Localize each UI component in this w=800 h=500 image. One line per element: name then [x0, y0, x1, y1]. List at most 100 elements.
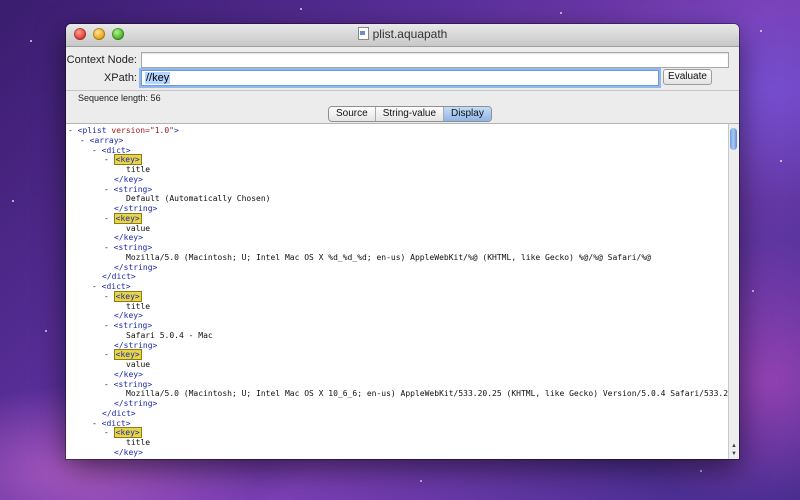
disclosure-toggle[interactable]: - — [104, 155, 109, 164]
disclosure-toggle[interactable]: - — [92, 419, 97, 428]
matched-tag[interactable]: <key> — [113, 427, 142, 439]
xml-tag: <array> — [89, 135, 124, 145]
xml-tag: <string> — [113, 243, 153, 252]
tree-line: - <key> — [104, 212, 142, 224]
xml-tag: <dict> — [101, 145, 131, 155]
document-icon — [357, 27, 369, 40]
tree-line: </key> — [114, 448, 143, 458]
xml-tag-close: > — [174, 126, 179, 135]
tab-string-value[interactable]: String-value — [375, 107, 445, 121]
matched-tag[interactable]: <key> — [113, 212, 142, 224]
disclosure-toggle[interactable]: - — [104, 428, 109, 437]
tree-line: - <string> — [104, 380, 152, 390]
tree-line: </dict> — [102, 409, 136, 419]
text-node: Mozilla/5.0 (Macintosh; U; Intel Mac OS … — [126, 389, 729, 399]
xml-tag: </key> — [114, 311, 143, 321]
scroll-up-arrow-icon[interactable]: ▲ — [729, 442, 739, 450]
star — [780, 160, 782, 162]
xml-tag: <string> — [113, 184, 153, 194]
xml-tag: </dict> — [102, 272, 136, 282]
context-node-input[interactable] — [141, 52, 729, 68]
title-bar[interactable]: plist.aquapath — [66, 24, 739, 47]
matched-tag[interactable]: <key> — [113, 154, 142, 166]
text-node: Default (Automatically Chosen) — [126, 194, 271, 204]
star — [420, 480, 422, 482]
disclosure-toggle[interactable]: - — [68, 126, 73, 135]
text-node: Mozilla/5.0 (Macintosh; U; Intel Mac OS … — [126, 252, 651, 262]
matched-tag[interactable]: <key> — [113, 349, 142, 361]
tree-line: - <key> — [104, 154, 142, 166]
app-window: plist.aquapath Context Node: XPath: //ke… — [66, 24, 739, 459]
xpath-value: //key — [145, 72, 171, 84]
xml-tag: </dict> — [102, 408, 136, 418]
xml-tag: <string> — [113, 321, 153, 330]
xml-tag: </string> — [114, 262, 158, 272]
tree-line: </string> — [114, 263, 157, 273]
star — [700, 470, 702, 472]
xml-tag: </key> — [114, 369, 143, 379]
window-title: plist.aquapath — [372, 27, 448, 41]
vertical-scrollbar[interactable]: ▲ ▼ — [728, 123, 739, 459]
xml-tag: </string> — [114, 340, 158, 350]
star — [760, 30, 762, 32]
text-node: title — [126, 165, 151, 174]
disclosure-toggle[interactable]: - — [104, 185, 109, 194]
tree-line: </key> — [114, 370, 143, 380]
tree-line: - <key> — [104, 290, 142, 302]
xml-attribute: version="1.0" — [111, 126, 174, 135]
disclosure-toggle[interactable]: - — [104, 350, 109, 359]
star — [560, 12, 562, 14]
tree-line: Default (Automatically Chosen) — [126, 194, 271, 204]
view-segmented-control: Source String-value Display — [328, 106, 492, 122]
text-node: title — [126, 438, 151, 447]
scroll-down-arrow-icon[interactable]: ▼ — [729, 450, 739, 458]
xml-tag: <dict> — [101, 282, 131, 291]
tab-display[interactable]: Display — [444, 107, 491, 121]
tree-line: </key> — [114, 233, 143, 243]
xpath-input[interactable]: //key — [141, 70, 659, 86]
disclosure-toggle[interactable]: - — [104, 214, 109, 223]
tree-line: - <key> — [104, 427, 142, 439]
text-node: Safari 5.0.4 - Mac — [126, 330, 213, 340]
tree-line: title — [126, 302, 150, 312]
tree-line: </key> — [114, 311, 143, 321]
star — [300, 8, 302, 10]
tree-line: Safari 5.0.4 - Mac — [126, 331, 213, 341]
star — [45, 330, 47, 332]
tree-line: title — [126, 165, 150, 175]
tree-line: Mozilla/5.0 (Macintosh; U; Intel Mac OS … — [126, 389, 729, 399]
tree-line: </string> — [114, 399, 157, 409]
disclosure-toggle[interactable]: - — [92, 282, 97, 291]
xml-tag: <dict> — [101, 418, 131, 428]
tree-line: - <string> — [104, 321, 152, 331]
tree-line: - <plist version="1.0"> — [68, 126, 179, 136]
disclosure-toggle[interactable]: - — [104, 292, 109, 301]
tree-line: </dict> — [102, 272, 136, 282]
xml-tag: <string> — [113, 379, 153, 389]
matched-tag[interactable]: <key> — [113, 290, 142, 302]
star — [752, 290, 754, 292]
scroll-thumb[interactable] — [730, 128, 737, 150]
xpath-label: XPath: — [103, 72, 137, 84]
tree-line: Mozilla/5.0 (Macintosh; U; Intel Mac OS … — [126, 253, 651, 263]
tree-line: - <string> — [104, 243, 152, 253]
evaluate-button[interactable]: Evaluate — [663, 69, 712, 85]
tree-line: value — [126, 224, 150, 234]
disclosure-toggle[interactable]: - — [104, 243, 109, 252]
disclosure-toggle[interactable]: - — [92, 146, 97, 155]
sequence-length: Sequence length: 56 — [78, 93, 161, 103]
xml-tag: </key> — [114, 233, 143, 243]
star — [12, 200, 14, 202]
disclosure-toggle[interactable]: - — [80, 136, 85, 145]
xml-tag: </key> — [114, 447, 143, 457]
tree-line: - <key> — [104, 349, 142, 361]
disclosure-toggle[interactable]: - — [104, 321, 109, 330]
tree-line: - <string> — [104, 185, 152, 195]
tree-line: title — [126, 438, 150, 448]
context-node-label: Context Node: — [66, 54, 137, 66]
tree-line: - <array> — [80, 136, 123, 146]
disclosure-toggle[interactable]: - — [104, 380, 109, 389]
text-node: value — [126, 223, 151, 233]
xml-tree-view[interactable]: - <plist version="1.0"> - <array> - <dict>… — [66, 123, 729, 459]
tab-source[interactable]: Source — [329, 107, 376, 121]
